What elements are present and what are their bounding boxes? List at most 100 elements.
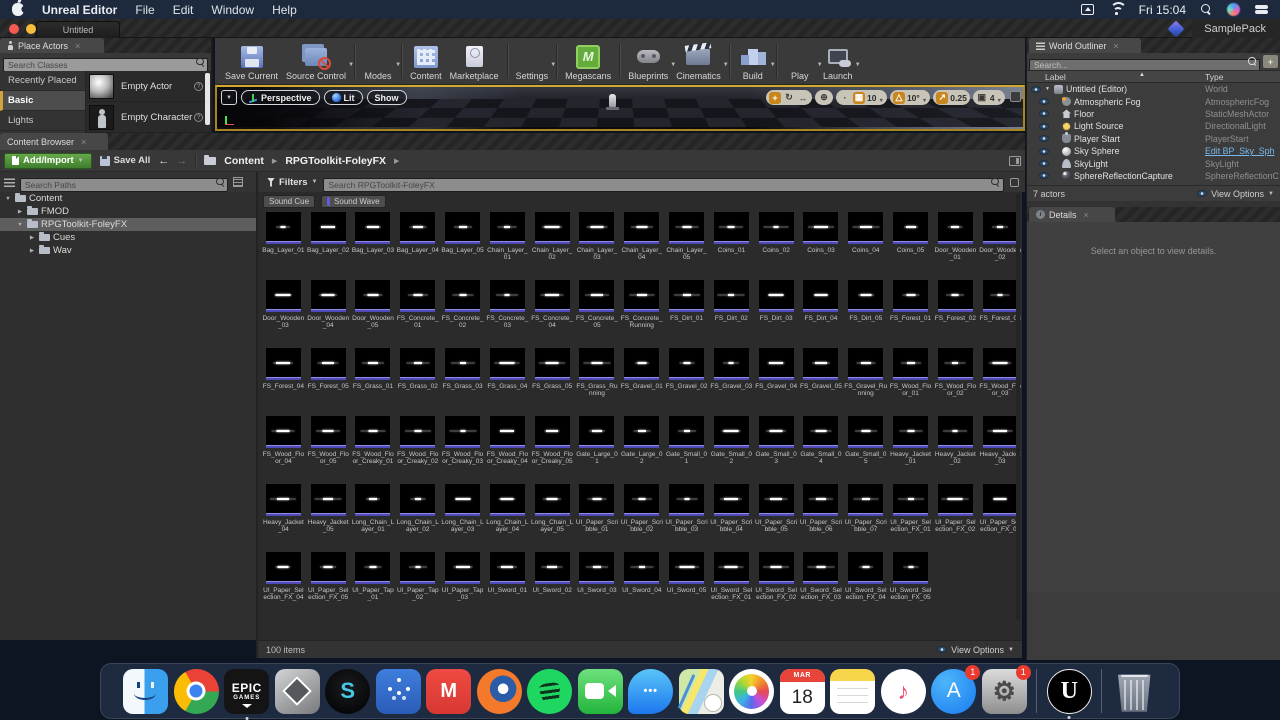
type-column-header[interactable]: Type [1205, 72, 1223, 82]
asset-tile[interactable]: FS_Dirt_05 [843, 276, 888, 344]
asset-tile[interactable]: Heavy_Jacket_01 [888, 412, 933, 480]
visibility-eye-icon[interactable] [1039, 135, 1049, 142]
outliner-row-light-source[interactable]: Light SourceDirectionalLight [1027, 120, 1280, 132]
move-tool-icon[interactable]: + [769, 92, 781, 104]
asset-tile[interactable]: Door_Wooden_03 [261, 276, 306, 344]
asset-tile[interactable]: Long_Chain_Layer_05 [530, 480, 575, 548]
collapse-sources-icon[interactable] [4, 178, 15, 187]
menubar-clock[interactable]: Fri 15:04 [1139, 3, 1186, 17]
chevron-down-icon[interactable]: ▼ [395, 62, 401, 68]
asset-tile[interactable]: FS_Wood_Floor_Creaky_03 [440, 412, 485, 480]
expander-icon[interactable]: ▼ [4, 196, 12, 202]
add-icon[interactable] [1263, 55, 1278, 68]
maximize-viewport-button[interactable] [1010, 91, 1021, 102]
scrollbar[interactable] [1016, 194, 1020, 620]
asset-tile[interactable]: UI_Sword_Selection_FX_01 [709, 548, 754, 616]
asset-tile[interactable]: Long_Chain_Layer_02 [395, 480, 440, 548]
scale-snap-group[interactable]: ↗ 0.25 [933, 90, 970, 105]
edit-blueprint-link[interactable]: Edit BP_Sky_Sph [1205, 146, 1279, 156]
outliner-header[interactable]: Label ▲ Type [1027, 70, 1280, 83]
siri-icon[interactable] [1227, 3, 1240, 16]
asset-tile[interactable]: Gate_Small_02 [709, 412, 754, 480]
sources-list-icon[interactable] [233, 177, 243, 187]
chevron-down-icon[interactable]: ▼ [855, 62, 861, 68]
add-import-button[interactable]: Add/Import▼ [4, 153, 92, 169]
viewport[interactable]: ▼ Perspective Lit Show + ↻ ↔ ⊕ · ▦ 10▼ △… [215, 85, 1025, 131]
asset-tile[interactable]: FS_Wood_Floor_01 [888, 344, 933, 412]
spotlight-icon[interactable] [1201, 4, 1212, 15]
asset-tile[interactable]: UI_Sword_02 [530, 548, 575, 616]
asset-tile[interactable]: UI_Sword_05 [664, 548, 709, 616]
asset-tile[interactable]: Door_Wooden_04 [306, 276, 351, 344]
visibility-eye-icon[interactable] [1039, 123, 1049, 130]
asset-tile[interactable]: FS_Concrete_Running [619, 276, 664, 344]
scale-snap-icon[interactable]: ↗ [936, 92, 948, 104]
tab-content-browser[interactable]: Content Browser × [0, 133, 108, 150]
filters-button[interactable]: Filters▼ [267, 177, 317, 188]
toolbar-modes-button[interactable]: Modes▼ [359, 42, 397, 82]
s-app-icon[interactable]: S [325, 669, 370, 714]
asset-tile[interactable]: FS_Dirt_02 [709, 276, 754, 344]
asset-tile[interactable]: FS_Forest_05 [306, 344, 351, 412]
toolbar-play-button[interactable]: Play▼ [781, 42, 819, 82]
toolbar-save-current-button[interactable]: Save Current [221, 42, 282, 82]
view-options-button[interactable]: View Options▼ [937, 645, 1014, 655]
photos-icon[interactable] [729, 669, 774, 714]
asset-tile[interactable]: Gate_Large_02 [619, 412, 664, 480]
asset-tile[interactable]: Gate_Small_03 [754, 412, 799, 480]
outliner-row-spherereflectioncapture[interactable]: SphereReflectionCaptureSphereReflectionC [1027, 170, 1280, 182]
asset-tile[interactable]: FS_Wood_Floor_Creaky_04 [485, 412, 530, 480]
spotify-icon[interactable] [527, 669, 572, 714]
wifi-icon[interactable] [1109, 4, 1124, 15]
asset-tile[interactable]: Gate_Small_05 [843, 412, 888, 480]
asset-tile[interactable]: Heavy_Jacket_04 [261, 480, 306, 548]
blender-icon[interactable] [477, 669, 522, 714]
app-menu-title[interactable]: Unreal Editor [42, 3, 117, 17]
asset-tile[interactable]: Chain_Layer_01 [485, 208, 530, 276]
placeable-empty-character[interactable]: Empty Character? [86, 102, 211, 133]
asset-tile[interactable]: FS_Wood_Floor_Creaky_02 [395, 412, 440, 480]
label-column-header[interactable]: Label [1045, 72, 1066, 82]
asset-tile[interactable]: Bag_Layer_04 [395, 208, 440, 276]
unreal-engine-icon[interactable]: U [1047, 669, 1092, 714]
asset-tile[interactable]: Gate_Large_01 [575, 412, 620, 480]
asset-tile[interactable]: FS_Grass_03 [440, 344, 485, 412]
asset-tile[interactable]: Bag_Layer_01 [261, 208, 306, 276]
toolbar-build-button[interactable]: Build▼ [734, 42, 772, 82]
asset-tile[interactable]: FS_Grass_02 [395, 344, 440, 412]
visibility-eye-icon[interactable] [1039, 172, 1049, 179]
tree-item-wav[interactable]: ▶Wav [0, 244, 256, 257]
rotation-snap-icon[interactable]: △ [893, 92, 905, 104]
asset-tile[interactable]: UI_Sword_Selection_FX_04 [843, 548, 888, 616]
asset-tile[interactable]: Chain_Layer_05 [664, 208, 709, 276]
outliner-view-options-button[interactable]: View Options▼ [1197, 189, 1274, 199]
chevron-down-icon[interactable]: ▼ [550, 62, 556, 68]
menu-file[interactable]: File [135, 3, 154, 17]
asset-tile[interactable]: UI_Paper_Tap_03 [440, 548, 485, 616]
world-local-toggle[interactable]: ⊕ [815, 90, 833, 105]
trash-icon[interactable] [1112, 669, 1157, 714]
asset-tile[interactable]: FS_Grass_Running [575, 344, 620, 412]
surface-snap-icon[interactable]: · [839, 92, 851, 104]
tab-world-outliner[interactable]: World Outliner × [1029, 38, 1141, 53]
outliner-row-untitled-editor-[interactable]: ▼Untitled (Editor)World [1027, 83, 1280, 95]
music-icon[interactable]: ♪ [881, 669, 926, 714]
asset-tile[interactable]: Chain_Layer_04 [619, 208, 664, 276]
asset-tile[interactable]: FS_Grass_04 [485, 344, 530, 412]
asset-tile[interactable]: Bag_Layer_05 [440, 208, 485, 276]
lit-button[interactable]: Lit [324, 90, 363, 105]
asset-tile[interactable]: UI_Sword_01 [485, 548, 530, 616]
asset-tile[interactable]: Bag_Layer_03 [351, 208, 396, 276]
tab-details[interactable]: i Details × [1029, 207, 1115, 222]
asset-tile[interactable]: Chain_Layer_02 [530, 208, 575, 276]
search-paths-input[interactable] [20, 178, 228, 192]
asset-tile[interactable]: FS_Concrete_04 [530, 276, 575, 344]
asset-tile[interactable]: FS_Wood_Floor_02 [933, 344, 978, 412]
asset-tile[interactable]: Bag_Layer_02 [306, 208, 351, 276]
toolbar-cinematics-button[interactable]: Cinematics▼ [672, 42, 725, 82]
asset-tile[interactable]: FS_Forest_04 [261, 344, 306, 412]
level-tab[interactable]: Untitled [36, 21, 120, 38]
chrome-icon[interactable] [174, 669, 219, 714]
asset-tile[interactable]: Coins_03 [799, 208, 844, 276]
asset-tile[interactable]: FS_Grass_01 [351, 344, 396, 412]
